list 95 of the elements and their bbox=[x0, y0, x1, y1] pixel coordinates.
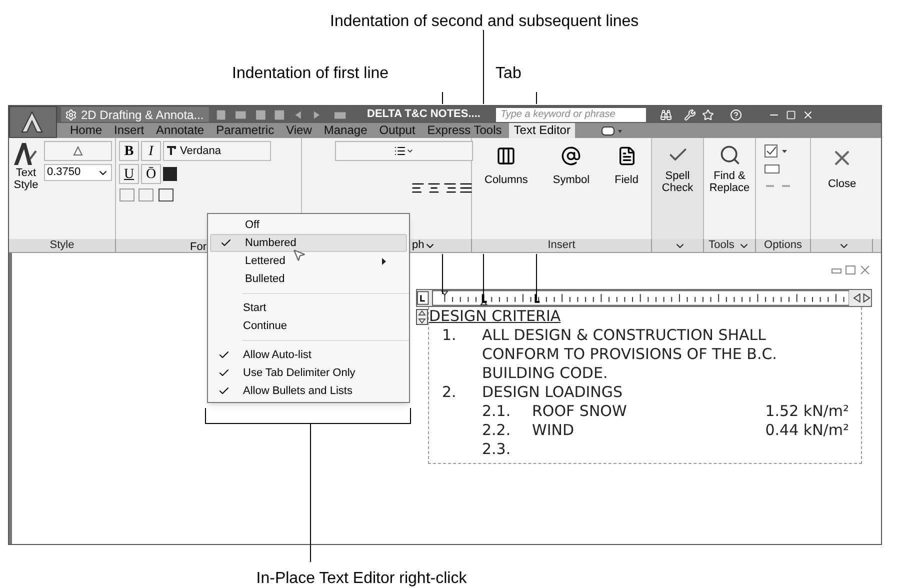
ribbon-tab[interactable]: Parametric bbox=[211, 123, 280, 138]
menu-item[interactable]: Use Tab Delimiter Only bbox=[208, 364, 407, 382]
ribbon-tab[interactable]: Home bbox=[65, 123, 108, 138]
menu-item[interactable]: Allow Auto-list bbox=[208, 346, 407, 364]
insert-button[interactable]: Columns bbox=[484, 146, 528, 188]
insert-button[interactable]: Field bbox=[614, 146, 638, 188]
close-editor-button[interactable]: Close bbox=[811, 138, 873, 239]
menu-item[interactable]: Numbered bbox=[210, 234, 407, 252]
checkmark-icon bbox=[218, 385, 230, 397]
wrench-icon[interactable] bbox=[684, 108, 696, 120]
leader-line bbox=[536, 254, 537, 300]
align-justify-icon[interactable] bbox=[459, 181, 473, 195]
text-style-icon bbox=[12, 141, 38, 167]
ribbon-tab[interactable]: View bbox=[281, 123, 317, 138]
ruler-drawing[interactable] bbox=[432, 290, 850, 306]
load-value: 1.52 kN/m² bbox=[765, 402, 849, 421]
align-right-icon[interactable] bbox=[443, 181, 457, 195]
leader-line bbox=[442, 92, 443, 104]
list-number: 1. bbox=[442, 326, 458, 346]
underline-button[interactable]: U bbox=[119, 164, 139, 184]
align-left-icon[interactable] bbox=[411, 181, 425, 195]
leader-line bbox=[483, 254, 484, 300]
window-title: DELTA T&C NOTES.... bbox=[367, 107, 480, 122]
ribbon-tab[interactable]: Text Editor bbox=[508, 123, 576, 138]
overline-button[interactable]: Ō bbox=[141, 164, 161, 184]
text-line: ALL DESIGN & CONSTRUCTION SHALL bbox=[482, 326, 768, 345]
triangle-icon bbox=[73, 146, 83, 156]
list-number: 2.3. bbox=[482, 440, 512, 459]
height-arrows-icon[interactable] bbox=[416, 309, 428, 325]
text-style-button[interactable]: Text Style bbox=[12, 141, 40, 236]
callout-label: In-Place Text Editor right-click bbox=[256, 569, 468, 588]
star-icon[interactable] bbox=[702, 108, 714, 120]
panel-label: Style bbox=[50, 238, 74, 254]
menu-item[interactable]: Lettered bbox=[210, 252, 407, 270]
callout-label: Indentation of first line bbox=[232, 64, 389, 84]
leader-line bbox=[536, 92, 537, 104]
mouse-cursor-icon bbox=[292, 248, 306, 262]
checkbox-icon[interactable] bbox=[764, 144, 790, 158]
menu-item[interactable]: Allow Bullets and Lists bbox=[208, 382, 407, 400]
panel-label: Insert bbox=[548, 238, 576, 254]
menu-item[interactable]: Bulleted bbox=[210, 270, 407, 288]
menu-item[interactable]: Off bbox=[210, 216, 407, 234]
text-line: WIND bbox=[532, 421, 574, 440]
maximize-icon[interactable] bbox=[786, 110, 796, 120]
close-icon[interactable] bbox=[802, 108, 814, 120]
align-center-icon[interactable] bbox=[427, 181, 441, 195]
ribbon-tab[interactable]: Insert bbox=[109, 123, 150, 138]
panel-label: ph bbox=[412, 238, 424, 254]
panel-toggle-icon[interactable] bbox=[601, 126, 624, 136]
color-swatch[interactable] bbox=[163, 167, 177, 181]
panel-label: Tools bbox=[708, 238, 734, 254]
font-dropdown[interactable]: Verdana bbox=[163, 141, 271, 161]
italic-button[interactable]: I bbox=[141, 141, 161, 161]
workspace-dropdown[interactable]: 2D Drafting & Annota... bbox=[61, 107, 209, 122]
callout-label: Tab bbox=[496, 64, 522, 84]
ribbon-tab[interactable]: Express Tools bbox=[422, 123, 507, 138]
checkmark-icon bbox=[220, 237, 232, 249]
bold-button[interactable]: B bbox=[119, 141, 139, 161]
list-number: 2.1. bbox=[482, 402, 512, 421]
list-number: 2. bbox=[442, 383, 458, 402]
application-menu-button[interactable] bbox=[9, 106, 57, 138]
font-icon bbox=[166, 146, 176, 156]
at-sign-icon bbox=[561, 146, 582, 166]
text-line: BUILDING CODE. bbox=[482, 364, 609, 383]
binoculars-icon[interactable] bbox=[660, 108, 672, 120]
text-line: DESIGN LOADINGS bbox=[482, 383, 623, 402]
insert-button[interactable]: Symbol bbox=[552, 146, 590, 188]
text-height-dropdown[interactable]: 0.3750 bbox=[44, 164, 112, 181]
text-heading: DESIGN CRITERIA bbox=[429, 307, 562, 326]
gear-icon bbox=[65, 108, 77, 120]
viewport-controls-icon[interactable] bbox=[831, 265, 871, 275]
ribbon-tab[interactable]: Annotate bbox=[151, 123, 210, 138]
document-icon bbox=[616, 146, 637, 166]
ribbon-tab[interactable]: Manage bbox=[318, 123, 372, 138]
list-number: 2.2. bbox=[482, 421, 512, 440]
checkmark-icon bbox=[218, 367, 230, 379]
panel-label: For bbox=[190, 241, 206, 253]
columns-icon bbox=[496, 146, 516, 166]
text-line: CONFORM TO PROVISIONS OF THE B.C. bbox=[482, 345, 777, 364]
load-value: 0.44 kN/m² bbox=[765, 421, 849, 440]
panel-label: Options bbox=[764, 238, 802, 254]
leader-line bbox=[442, 254, 443, 294]
tab-type-icon[interactable] bbox=[417, 291, 429, 305]
resize-arrows-icon[interactable] bbox=[853, 293, 871, 303]
checkmark-icon bbox=[218, 349, 230, 361]
spell-check-button[interactable]: Spell Check bbox=[652, 138, 704, 239]
ruler-icon[interactable] bbox=[764, 162, 780, 176]
menu-item[interactable]: Start bbox=[208, 299, 407, 317]
text-line: ROOF SNOW bbox=[532, 402, 627, 421]
help-icon[interactable] bbox=[730, 108, 742, 120]
ribbon-tab[interactable]: Output bbox=[374, 123, 420, 138]
menu-item[interactable]: Continue bbox=[208, 317, 407, 335]
search-field[interactable]: Type a keyword or phrase bbox=[496, 108, 646, 122]
callout-label: Indentation of second and subsequent lines bbox=[330, 13, 639, 30]
magnifier-icon bbox=[718, 144, 740, 166]
